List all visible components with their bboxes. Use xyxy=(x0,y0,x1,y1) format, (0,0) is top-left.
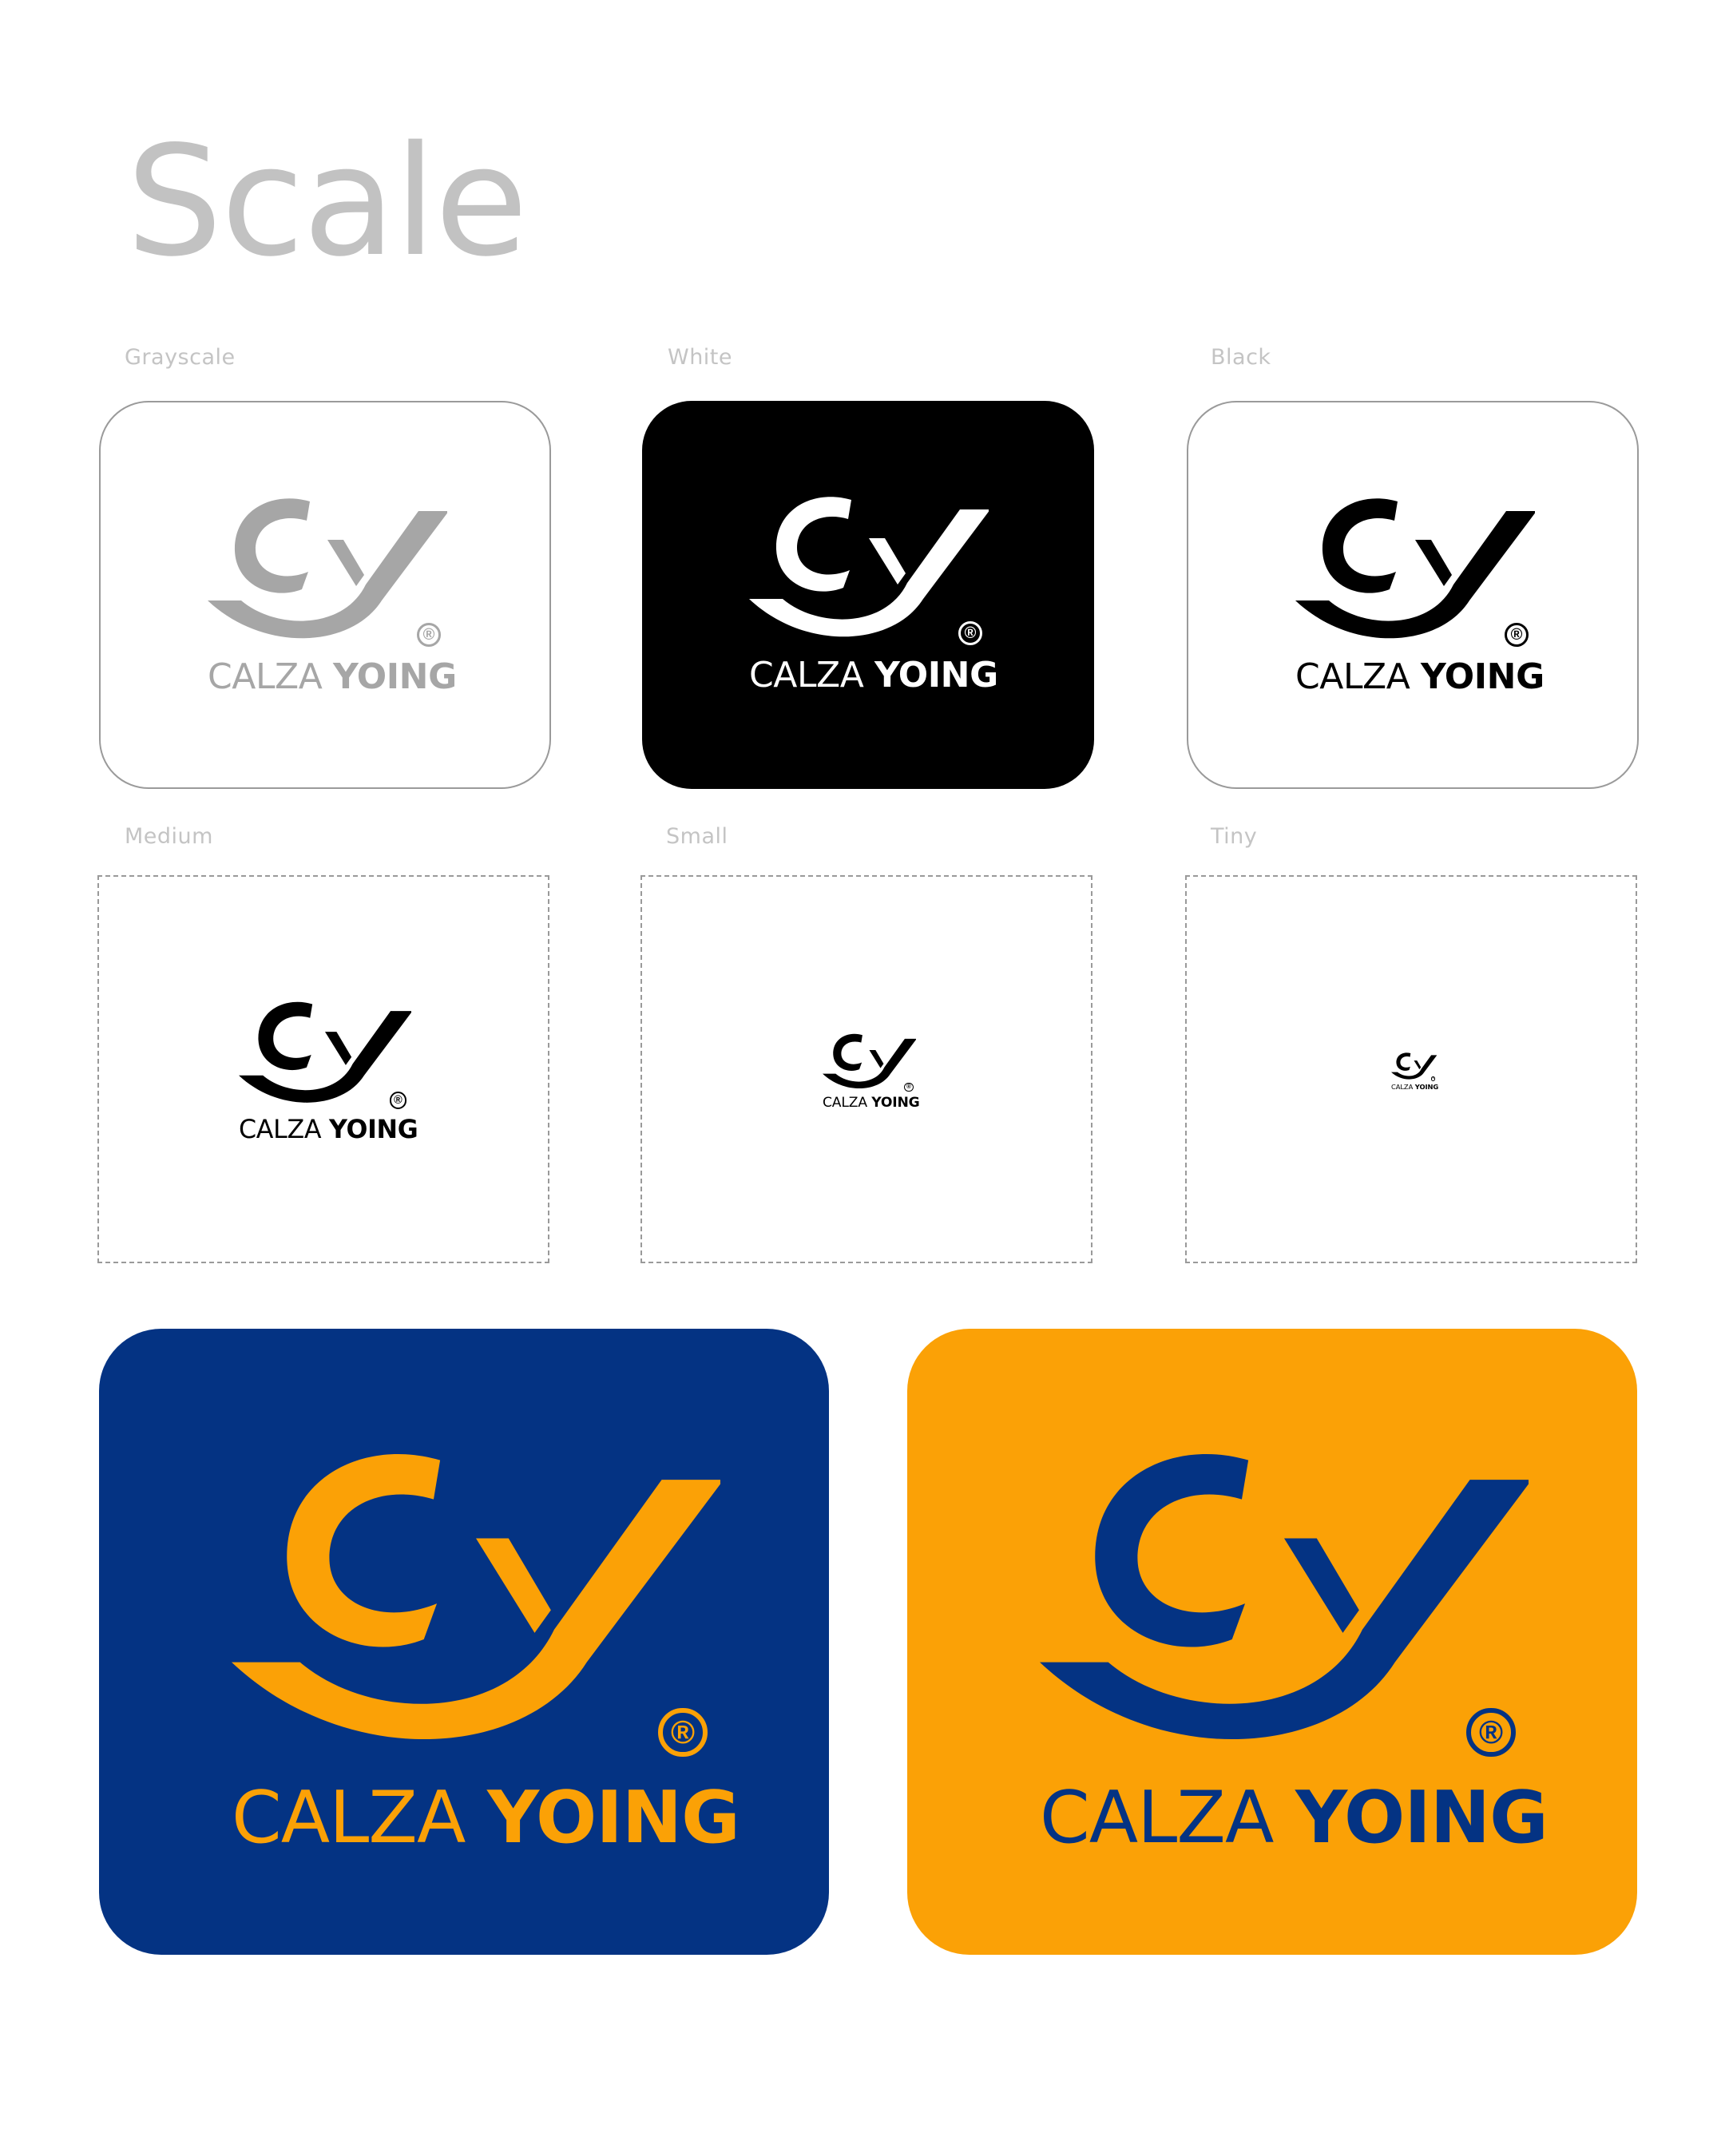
brand-name-bold: YOING xyxy=(871,1095,920,1112)
c-letter-shape xyxy=(234,498,310,593)
y-arm-shape xyxy=(327,540,364,586)
brand-name-bold: YOING xyxy=(1295,1776,1549,1860)
logo-lockup: ® CALZA YOING xyxy=(749,487,998,703)
label-white: White xyxy=(668,345,733,370)
label-small: Small xyxy=(666,824,728,849)
brand-wordmark: CALZA YOING xyxy=(208,660,457,695)
y-arm-shape xyxy=(869,1049,884,1068)
brand-name-light: CALZA xyxy=(1040,1776,1274,1860)
black-panel: ® CALZA YOING xyxy=(1187,401,1639,789)
registered-mark: ® xyxy=(658,1707,708,1757)
navy-panel: ® CALZA YOING xyxy=(99,1329,829,1955)
brand-name-bold: YOING xyxy=(328,1116,418,1145)
c-letter-shape xyxy=(1396,1052,1411,1071)
cy-monogram-icon xyxy=(208,498,447,639)
white-panel: ® CALZA YOING xyxy=(642,401,1094,789)
logo-lockup: ® CALZA YOING xyxy=(239,995,418,1150)
small-panel: ® CALZA YOING xyxy=(640,875,1092,1263)
y-arm-shape xyxy=(325,1032,352,1065)
brand-wordmark: CALZA YOING xyxy=(1040,1782,1549,1855)
y-arm-shape xyxy=(1284,1538,1359,1633)
brand-name-light: CALZA xyxy=(823,1095,867,1112)
logo-lockup: ® CALZA YOING xyxy=(1040,1434,1549,1874)
logo-lockup: ® CALZA YOING xyxy=(1295,489,1545,704)
registered-mark: ® xyxy=(389,1091,407,1109)
y-arm-shape xyxy=(869,538,906,585)
brand-wordmark: CALZA YOING xyxy=(232,1782,740,1855)
brand-wordmark: CALZA YOING xyxy=(1391,1082,1439,1091)
registered-mark: ® xyxy=(1466,1707,1516,1757)
label-grayscale: Grayscale xyxy=(125,345,236,370)
brand-name-light: CALZA xyxy=(239,1116,322,1145)
brand-name-light: CALZA xyxy=(232,1776,466,1860)
c-letter-shape xyxy=(287,1453,441,1647)
c-letter-shape xyxy=(1095,1453,1249,1647)
registered-mark: ® xyxy=(958,621,982,645)
cy-monogram-icon xyxy=(1391,1052,1437,1080)
registered-mark: ® xyxy=(417,623,441,647)
registered-mark: ® xyxy=(1430,1076,1436,1081)
label-medium: Medium xyxy=(125,824,213,849)
page-title: Scale xyxy=(126,113,528,290)
cy-monogram-icon xyxy=(1040,1453,1529,1739)
brand-wordmark: CALZA YOING xyxy=(239,1116,418,1145)
brand-name-light: CALZA xyxy=(1295,656,1410,697)
brand-name-bold: YOING xyxy=(1414,1082,1439,1091)
brand-wordmark: CALZA YOING xyxy=(823,1096,920,1110)
logo-lockup: ® CALZA YOING xyxy=(232,1434,740,1874)
y-arm-shape xyxy=(1415,540,1452,586)
c-letter-shape xyxy=(1322,498,1398,593)
brand-name-light: CALZA xyxy=(749,655,864,696)
cy-monogram-icon xyxy=(1295,498,1535,639)
brand-wordmark: CALZA YOING xyxy=(749,658,998,693)
c-letter-shape xyxy=(833,1033,862,1071)
grayscale-panel: ® CALZA YOING xyxy=(99,401,551,789)
cy-monogram-icon xyxy=(232,1453,720,1739)
brand-name-light: CALZA xyxy=(1391,1082,1414,1091)
logo-lockup: ® CALZA YOING xyxy=(823,1030,920,1114)
c-letter-shape xyxy=(775,497,851,592)
medium-panel: ® CALZA YOING xyxy=(97,875,549,1263)
brand-name-light: CALZA xyxy=(208,656,323,697)
orange-panel: ® CALZA YOING xyxy=(907,1329,1637,1955)
label-black: Black xyxy=(1211,345,1271,370)
brand-name-bold: YOING xyxy=(332,656,457,697)
tiny-panel: ® CALZA YOING xyxy=(1185,875,1637,1263)
brand-name-bold: YOING xyxy=(874,655,998,696)
brand-wordmark: CALZA YOING xyxy=(1295,660,1545,695)
logo-lockup: ® CALZA YOING xyxy=(208,489,457,704)
cy-monogram-icon xyxy=(749,497,989,637)
c-letter-shape xyxy=(258,1001,313,1071)
y-arm-shape xyxy=(1414,1060,1422,1070)
y-arm-shape xyxy=(476,1538,551,1633)
brand-name-bold: YOING xyxy=(1420,656,1545,697)
registered-mark: ® xyxy=(904,1082,914,1092)
cy-monogram-icon xyxy=(239,1001,411,1103)
cy-monogram-icon xyxy=(823,1033,916,1088)
registered-mark: ® xyxy=(1505,623,1529,647)
logo-lockup: ® CALZA YOING xyxy=(1391,1051,1439,1092)
label-tiny: Tiny xyxy=(1211,824,1258,849)
brand-name-bold: YOING xyxy=(487,1776,740,1860)
